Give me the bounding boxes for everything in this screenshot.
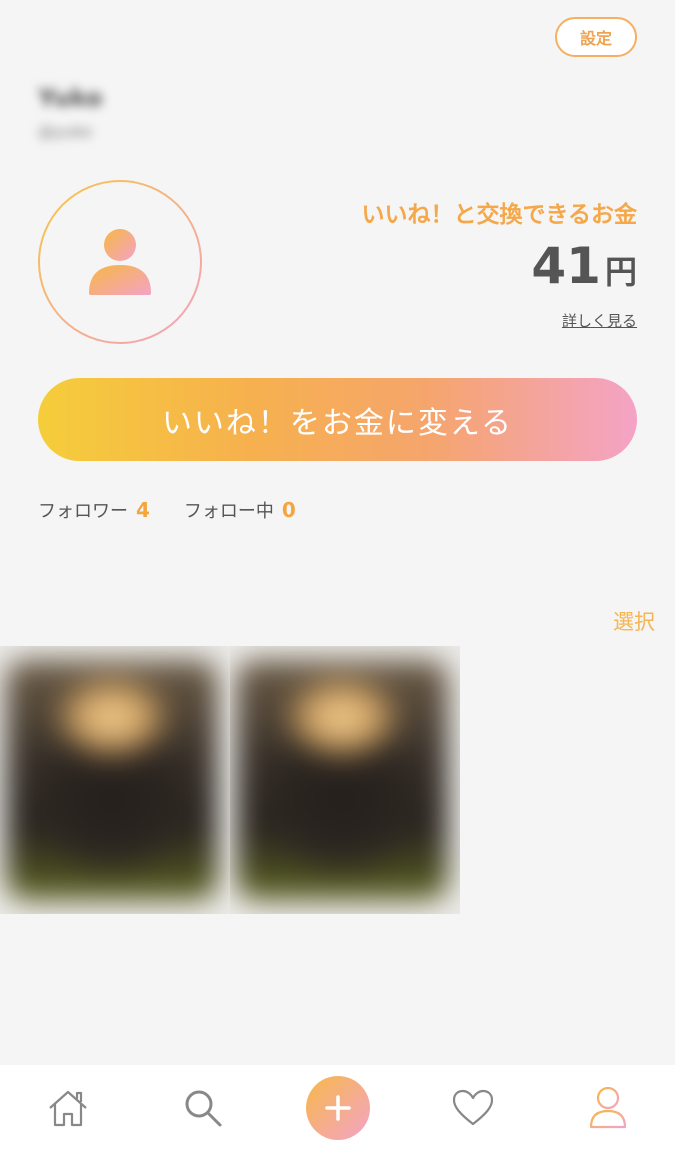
post-thumbnail[interactable] [0, 646, 230, 914]
followers-count: 4 [136, 498, 150, 522]
follow-stats: フォロワー 4 フォロー中 0 [38, 497, 296, 523]
heart-icon [452, 1089, 493, 1125]
settings-button[interactable]: 設定 [555, 17, 637, 57]
nav-home[interactable] [33, 1073, 103, 1143]
money-amount-value: 41 [531, 237, 601, 295]
convert-likes-button[interactable]: いいね！をお金に変える [38, 378, 637, 461]
user-name: Yuko [38, 84, 103, 112]
plus-icon [324, 1094, 351, 1121]
user-icon [89, 229, 151, 295]
nav-likes[interactable] [438, 1073, 508, 1143]
money-amount-unit: 円 [604, 253, 637, 291]
profile-icon [589, 1086, 626, 1128]
nav-search[interactable] [168, 1073, 238, 1143]
exchangeable-money-title: いいね！と交換できるお金 [361, 202, 637, 228]
nav-add[interactable] [303, 1073, 373, 1143]
search-icon [185, 1090, 221, 1126]
detail-link[interactable]: 詳しく見る [562, 310, 637, 331]
following-link[interactable]: フォロー中 0 [184, 497, 296, 523]
bottom-nav [0, 1065, 675, 1150]
followers-link[interactable]: フォロワー 4 [38, 497, 150, 523]
following-count: 0 [281, 498, 296, 522]
select-button[interactable]: 選択 [613, 606, 655, 636]
post-thumbnail[interactable] [230, 646, 460, 914]
nav-profile[interactable] [573, 1073, 643, 1143]
money-amount: 41 円 [531, 236, 637, 296]
add-button[interactable] [305, 1075, 370, 1140]
following-label: フォロー中 [183, 501, 274, 522]
post-grid [0, 646, 460, 914]
user-id: @yuko [38, 122, 93, 141]
home-icon [48, 1090, 87, 1126]
avatar[interactable] [38, 180, 202, 344]
followers-label: フォロワー [38, 501, 128, 522]
